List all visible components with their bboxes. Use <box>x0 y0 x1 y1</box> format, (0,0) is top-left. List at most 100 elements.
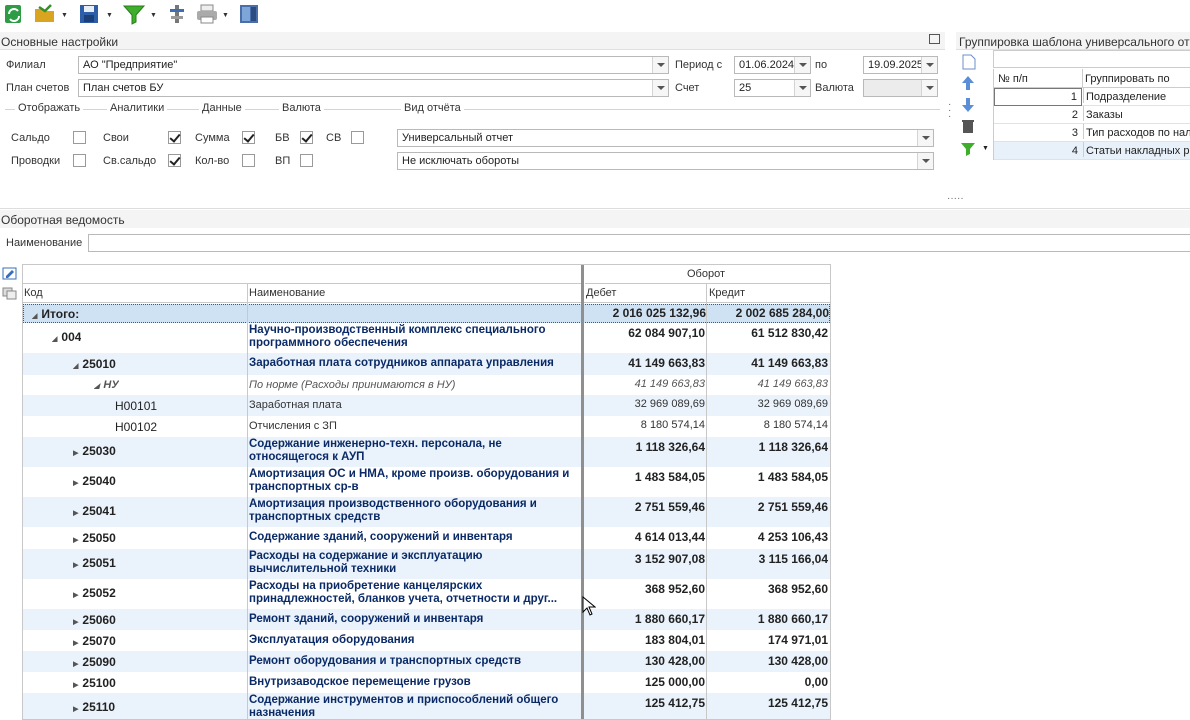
saldo-checkbox[interactable] <box>73 131 86 144</box>
table-row[interactable]: 4 Статьи накладных р <box>994 142 1190 160</box>
row-debit: 41 149 663,83 <box>634 378 705 390</box>
open-folder-icon[interactable] <box>33 3 55 27</box>
report-type-value: Универсальный отчет <box>402 132 514 144</box>
filter-icon[interactable] <box>960 142 976 159</box>
row-credit: 2 002 685 284,00 <box>735 306 829 320</box>
print-icon[interactable] <box>195 3 217 27</box>
group-report-type: Вид отчёта <box>401 102 464 114</box>
chevron-down-icon[interactable]: ▼ <box>222 12 229 19</box>
chevron-down-icon[interactable] <box>921 57 937 73</box>
table-row[interactable]: 25110 Содержание инструментов и приспособ… <box>23 693 830 719</box>
row-name: Содержание инженерно-техн. персонала, не… <box>249 438 502 463</box>
table-row[interactable]: НУ По норме (Расходы принимаются в НУ) 41 … <box>23 375 830 395</box>
row-credit: 1 118 326,64 <box>758 440 828 454</box>
turnover-mode-select[interactable]: Не исключать обороты <box>397 152 934 170</box>
svoi-checkbox[interactable] <box>168 131 181 144</box>
chevron-down-icon[interactable]: ▼ <box>982 145 989 152</box>
period-to-field[interactable]: 19.09.2025 <box>863 56 938 74</box>
sv-checkbox[interactable] <box>351 131 364 144</box>
col-debit-header[interactable]: Дебет <box>586 287 616 299</box>
grid-total-row[interactable]: Итого: 2 016 025 132,96 2 002 685 284,00 <box>23 304 830 323</box>
row-debit: 183 804,01 <box>644 633 705 647</box>
row-code: 25010 <box>73 357 115 371</box>
copy-icon[interactable] <box>2 287 17 303</box>
new-document-icon[interactable] <box>962 54 976 73</box>
chevron-down-icon[interactable] <box>917 153 933 169</box>
table-row[interactable]: 25070 Эксплуатация оборудования 183 804,01… <box>23 630 830 651</box>
search-input[interactable] <box>88 234 1190 252</box>
arrow-down-icon[interactable] <box>961 97 975 116</box>
tools-icon[interactable] <box>166 3 188 27</box>
table-row[interactable]: 25050 Содержание зданий, сооружений и инв… <box>23 527 830 549</box>
col-turnover-header: Оборот <box>687 268 726 280</box>
provodki-checkbox[interactable] <box>73 154 86 167</box>
table-row[interactable]: 25100 Внутризаводское перемещение грузов 1… <box>23 672 830 693</box>
chevron-down-icon[interactable] <box>794 80 810 96</box>
account-select[interactable]: 25 <box>734 79 811 97</box>
currency-select[interactable] <box>863 79 938 97</box>
chevron-down-icon[interactable]: ▼ <box>106 12 113 19</box>
row-credit: 1 483 584,05 <box>757 470 828 484</box>
filial-select[interactable]: АО "Предприятие" <box>78 56 669 74</box>
row-code: 25050 <box>73 531 115 545</box>
col-name-header[interactable]: Наименование <box>249 287 325 299</box>
sv-saldo-checkbox[interactable] <box>168 154 181 167</box>
edit-icon[interactable] <box>2 267 17 283</box>
table-row[interactable]: 25010 Заработная плата сотрудников аппара… <box>23 353 830 375</box>
row-debit: 41 149 663,83 <box>628 356 705 370</box>
exit-icon[interactable] <box>238 3 260 27</box>
summa-checkbox[interactable] <box>242 131 255 144</box>
chevron-down-icon[interactable] <box>652 57 668 73</box>
period-from-field[interactable]: 01.06.2024 <box>734 56 811 74</box>
search-label: Наименование <box>6 237 83 249</box>
refresh-icon[interactable] <box>4 3 26 27</box>
arrow-up-icon[interactable] <box>961 75 975 94</box>
row-code: Н00101 <box>115 399 158 413</box>
filter-icon[interactable] <box>122 3 146 27</box>
chevron-down-icon[interactable]: ▼ <box>150 12 157 19</box>
table-row[interactable]: 1 Подразделение <box>994 88 1190 106</box>
bv-checkbox[interactable] <box>300 131 313 144</box>
table-row[interactable]: 004 Научно-производственный комплекс спец… <box>23 323 830 353</box>
chevron-down-icon[interactable] <box>652 80 668 96</box>
row-name: По норме (Расходы принимаются в НУ) <box>249 379 456 391</box>
chevron-down-icon[interactable]: ▼ <box>61 12 68 19</box>
group-analytics: Аналитики <box>107 102 168 114</box>
table-row[interactable]: 25041 Амортизация производственного обору… <box>23 497 830 527</box>
row-credit: 3 115 166,04 <box>758 552 828 566</box>
row-code: 25110 <box>73 700 115 714</box>
table-row[interactable]: 25040 Амортизация ОС и НМА, кроме произв.… <box>23 467 830 497</box>
report-type-select[interactable]: Универсальный отчет <box>397 129 934 147</box>
table-row[interactable]: 25090 Ремонт оборудования и транспортных … <box>23 651 830 672</box>
table-row[interactable]: 25051 Расходы на содержание и эксплуатаци… <box>23 549 830 579</box>
save-icon[interactable] <box>78 3 100 27</box>
row-credit: 125 412,75 <box>767 696 828 710</box>
grouping-filter-row[interactable] <box>993 50 1190 68</box>
table-row[interactable]: 2 Заказы <box>994 106 1190 124</box>
restore-window-icon[interactable] <box>929 34 940 44</box>
splitter-grip[interactable]: · · · <box>948 100 951 122</box>
chevron-down-icon[interactable] <box>794 57 810 73</box>
chevron-down-icon[interactable] <box>921 80 937 96</box>
currency-label: Валюта <box>815 82 854 94</box>
row-code: НУ <box>94 379 118 391</box>
table-row[interactable]: 25030 Содержание инженерно-техн. персонал… <box>23 437 830 467</box>
table-row[interactable]: 25060 Ремонт зданий, сооружений и инвента… <box>23 609 830 630</box>
col-credit-header[interactable]: Кредит <box>709 287 745 299</box>
settings-header: Основные настройки <box>0 32 945 50</box>
table-row[interactable]: 3 Тип расходов по нал <box>994 124 1190 142</box>
resize-grip[interactable]: ····· <box>947 193 964 204</box>
col-code-header[interactable]: Код <box>24 287 43 299</box>
frozen-column-splitter[interactable] <box>581 265 584 719</box>
table-row[interactable]: Н00102 Отчисления с ЗП 8 180 574,14 8 180 5… <box>23 416 830 437</box>
kol-vo-checkbox[interactable] <box>242 154 255 167</box>
row-credit: 130 428,00 <box>767 654 828 668</box>
table-row[interactable]: 25052 Расходы на приобретение канцелярски… <box>23 579 830 609</box>
mouse-cursor-icon <box>582 595 597 619</box>
chevron-down-icon[interactable] <box>917 130 933 146</box>
vp-checkbox[interactable] <box>300 154 313 167</box>
row-debit: 2 016 025 132,96 <box>612 306 706 320</box>
plan-select[interactable]: План счетов БУ <box>78 79 669 97</box>
trash-icon[interactable] <box>961 118 975 137</box>
table-row[interactable]: Н00101 Заработная плата 32 969 089,69 32 96… <box>23 395 830 416</box>
